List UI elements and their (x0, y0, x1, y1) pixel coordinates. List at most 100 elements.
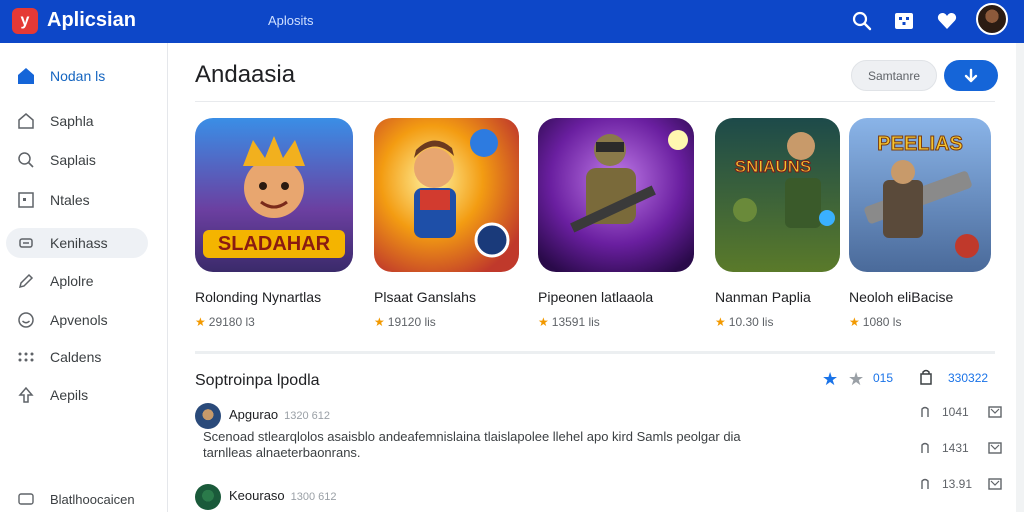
search-field[interactable]: Aplosits (268, 13, 314, 28)
app-thumbnail[interactable] (538, 118, 694, 272)
sidebar-item-saplais[interactable]: Saplais (6, 145, 148, 175)
app-card[interactable]: SNIAUNS Nanman Paplia ★ 10.30 lis (715, 118, 840, 329)
app-thumbnail[interactable]: PEELIAS (849, 118, 991, 272)
review-count: 015 (873, 371, 894, 385)
sidebar-footer-item[interactable]: Blatlhoocaicen (6, 484, 148, 512)
smile-icon (16, 310, 36, 330)
flag-icon[interactable] (988, 478, 1002, 490)
review-meta: 1320 612 (284, 410, 331, 422)
app-rating-value: 13591 lis (551, 315, 600, 329)
star-icon: ★ (374, 315, 385, 329)
upload-icon (16, 385, 36, 405)
flag-icon[interactable] (988, 406, 1002, 418)
sidebar-item-ntales[interactable]: Ntales (6, 185, 148, 215)
app-card[interactable]: Pipeonen latlaaola ★ 13591 lis (538, 118, 694, 329)
app-rating-value: 29180 l3 (208, 315, 255, 329)
reviewer-avatar[interactable] (195, 403, 221, 429)
app-thumbnail[interactable]: SLADAHAR (195, 118, 353, 272)
review-text: Scenoad stlearqlolos asaisblo andeafemni… (203, 429, 741, 460)
app-name: Nanman Paplia (715, 289, 811, 305)
sidebar: Nodan ls Saphla Saplais Ntales Kenihass … (0, 43, 168, 512)
top-app-bar: y Aplicsian Aplosits (0, 0, 1024, 43)
star-icon: ★ (538, 315, 549, 329)
section-title: Soptroinpa lpodla (195, 372, 320, 389)
review-actions: 1431 (918, 441, 1002, 455)
app-card[interactable]: PEELIAS Neoloh eliBacise ★ 1080 ls (849, 118, 991, 329)
reviewer-avatar[interactable] (195, 484, 221, 510)
search-icon[interactable] (850, 9, 874, 33)
page-title: Andaasia (195, 61, 296, 88)
sidebar-item-saphla[interactable]: Saphla (6, 106, 148, 136)
divider (195, 101, 995, 102)
app-name: Plsaat Ganslahs (374, 289, 476, 305)
square-dot-icon (16, 190, 36, 210)
sidebar-item-kenihass[interactable]: Kenihass (6, 228, 148, 258)
app-card[interactable]: SLADAHAR Rolonding Nynartlas ★ 29180 l3 (195, 118, 353, 329)
star-icon: ★ (195, 315, 206, 329)
bag-icon[interactable] (918, 369, 934, 390)
sidebar-item-nodan[interactable]: Nodan ls (6, 61, 148, 91)
sidebar-item-label: Ntales (50, 192, 90, 208)
star-filled-icon[interactable]: ★ (822, 369, 838, 390)
sidebar-item-aplolre[interactable]: Aplolre (6, 266, 148, 296)
search-icon (16, 150, 36, 170)
grid-icon[interactable] (892, 9, 916, 33)
house-outline-icon (16, 111, 36, 131)
star-icon: ★ (715, 315, 726, 329)
like-count: 13.91 (942, 477, 973, 491)
review-actions: 13.91 (918, 477, 1002, 491)
like-icon[interactable] (918, 441, 932, 455)
app-rating-value: 10.30 lis (728, 315, 774, 329)
download-button[interactable] (944, 60, 998, 91)
sidebar-item-apvenols[interactable]: Apvenols (6, 305, 148, 335)
sidebar-item-label: Saplais (50, 152, 96, 168)
sidebar-item-label: Aepils (50, 387, 89, 403)
app-rating: ★ 1080 ls (849, 315, 901, 329)
review-total: 330322 (948, 371, 989, 385)
star-outline-icon[interactable]: ★ (848, 369, 864, 390)
main-content: Andaasia Samtanre SLADAHAR Rolonding Nyn… (168, 43, 1024, 512)
app-title: Aplicsian (47, 9, 136, 31)
chat-icon (16, 489, 36, 509)
app-rating: ★ 19120 lis (374, 315, 436, 329)
like-icon[interactable] (918, 477, 932, 491)
pencil-icon (16, 271, 36, 291)
home-icon (16, 66, 36, 86)
app-rating: ★ 10.30 lis (715, 315, 773, 329)
sidebar-item-label: Kenihass (50, 235, 108, 251)
app-name: Rolonding Nynartlas (195, 289, 322, 305)
sort-button[interactable]: Samtanre (851, 60, 937, 91)
app-name: Pipeonen latlaaola (538, 289, 654, 305)
sidebar-item-caldens[interactable]: Caldens (6, 342, 148, 372)
heart-icon[interactable] (935, 9, 959, 33)
sidebar-item-label: Caldens (50, 349, 102, 365)
star-icon: ★ (849, 315, 860, 329)
reviewer-name: Keouraso (229, 488, 285, 503)
scrollbar[interactable] (1016, 43, 1024, 512)
sidebar-item-label: Apvenols (50, 312, 108, 328)
like-count: 1041 (942, 405, 969, 419)
app-thumbnail[interactable]: SNIAUNS (715, 118, 840, 272)
like-icon[interactable] (918, 405, 932, 419)
sidebar-footer-label: Blatlhoocaicen (50, 491, 135, 507)
sidebar-item-label: Aplolre (50, 273, 94, 289)
apps-icon (16, 347, 36, 367)
divider (195, 351, 995, 354)
sidebar-item-label: Nodan ls (50, 68, 106, 84)
user-avatar[interactable] (976, 3, 1008, 35)
flag-icon[interactable] (988, 442, 1002, 454)
app-name: Neoloh eliBacise (849, 289, 954, 305)
app-thumbnail[interactable] (374, 118, 519, 272)
like-count: 1431 (942, 441, 969, 455)
reviewer-name: Apgurao (229, 407, 279, 422)
app-rating: ★ 29180 l3 (195, 315, 255, 329)
arrow-down-icon (964, 68, 978, 82)
logo-glyph: y (20, 12, 30, 29)
sidebar-item-aepils[interactable]: Aepils (6, 380, 148, 410)
app-rating-value: 19120 lis (387, 315, 436, 329)
review-actions: 1041 (918, 405, 1002, 419)
sidebar-item-label: Saphla (50, 113, 94, 129)
app-card[interactable]: Plsaat Ganslahs ★ 19120 lis (374, 118, 519, 329)
app-logo[interactable]: y (12, 8, 38, 34)
app-art-text: SLADAHAR (218, 233, 331, 255)
